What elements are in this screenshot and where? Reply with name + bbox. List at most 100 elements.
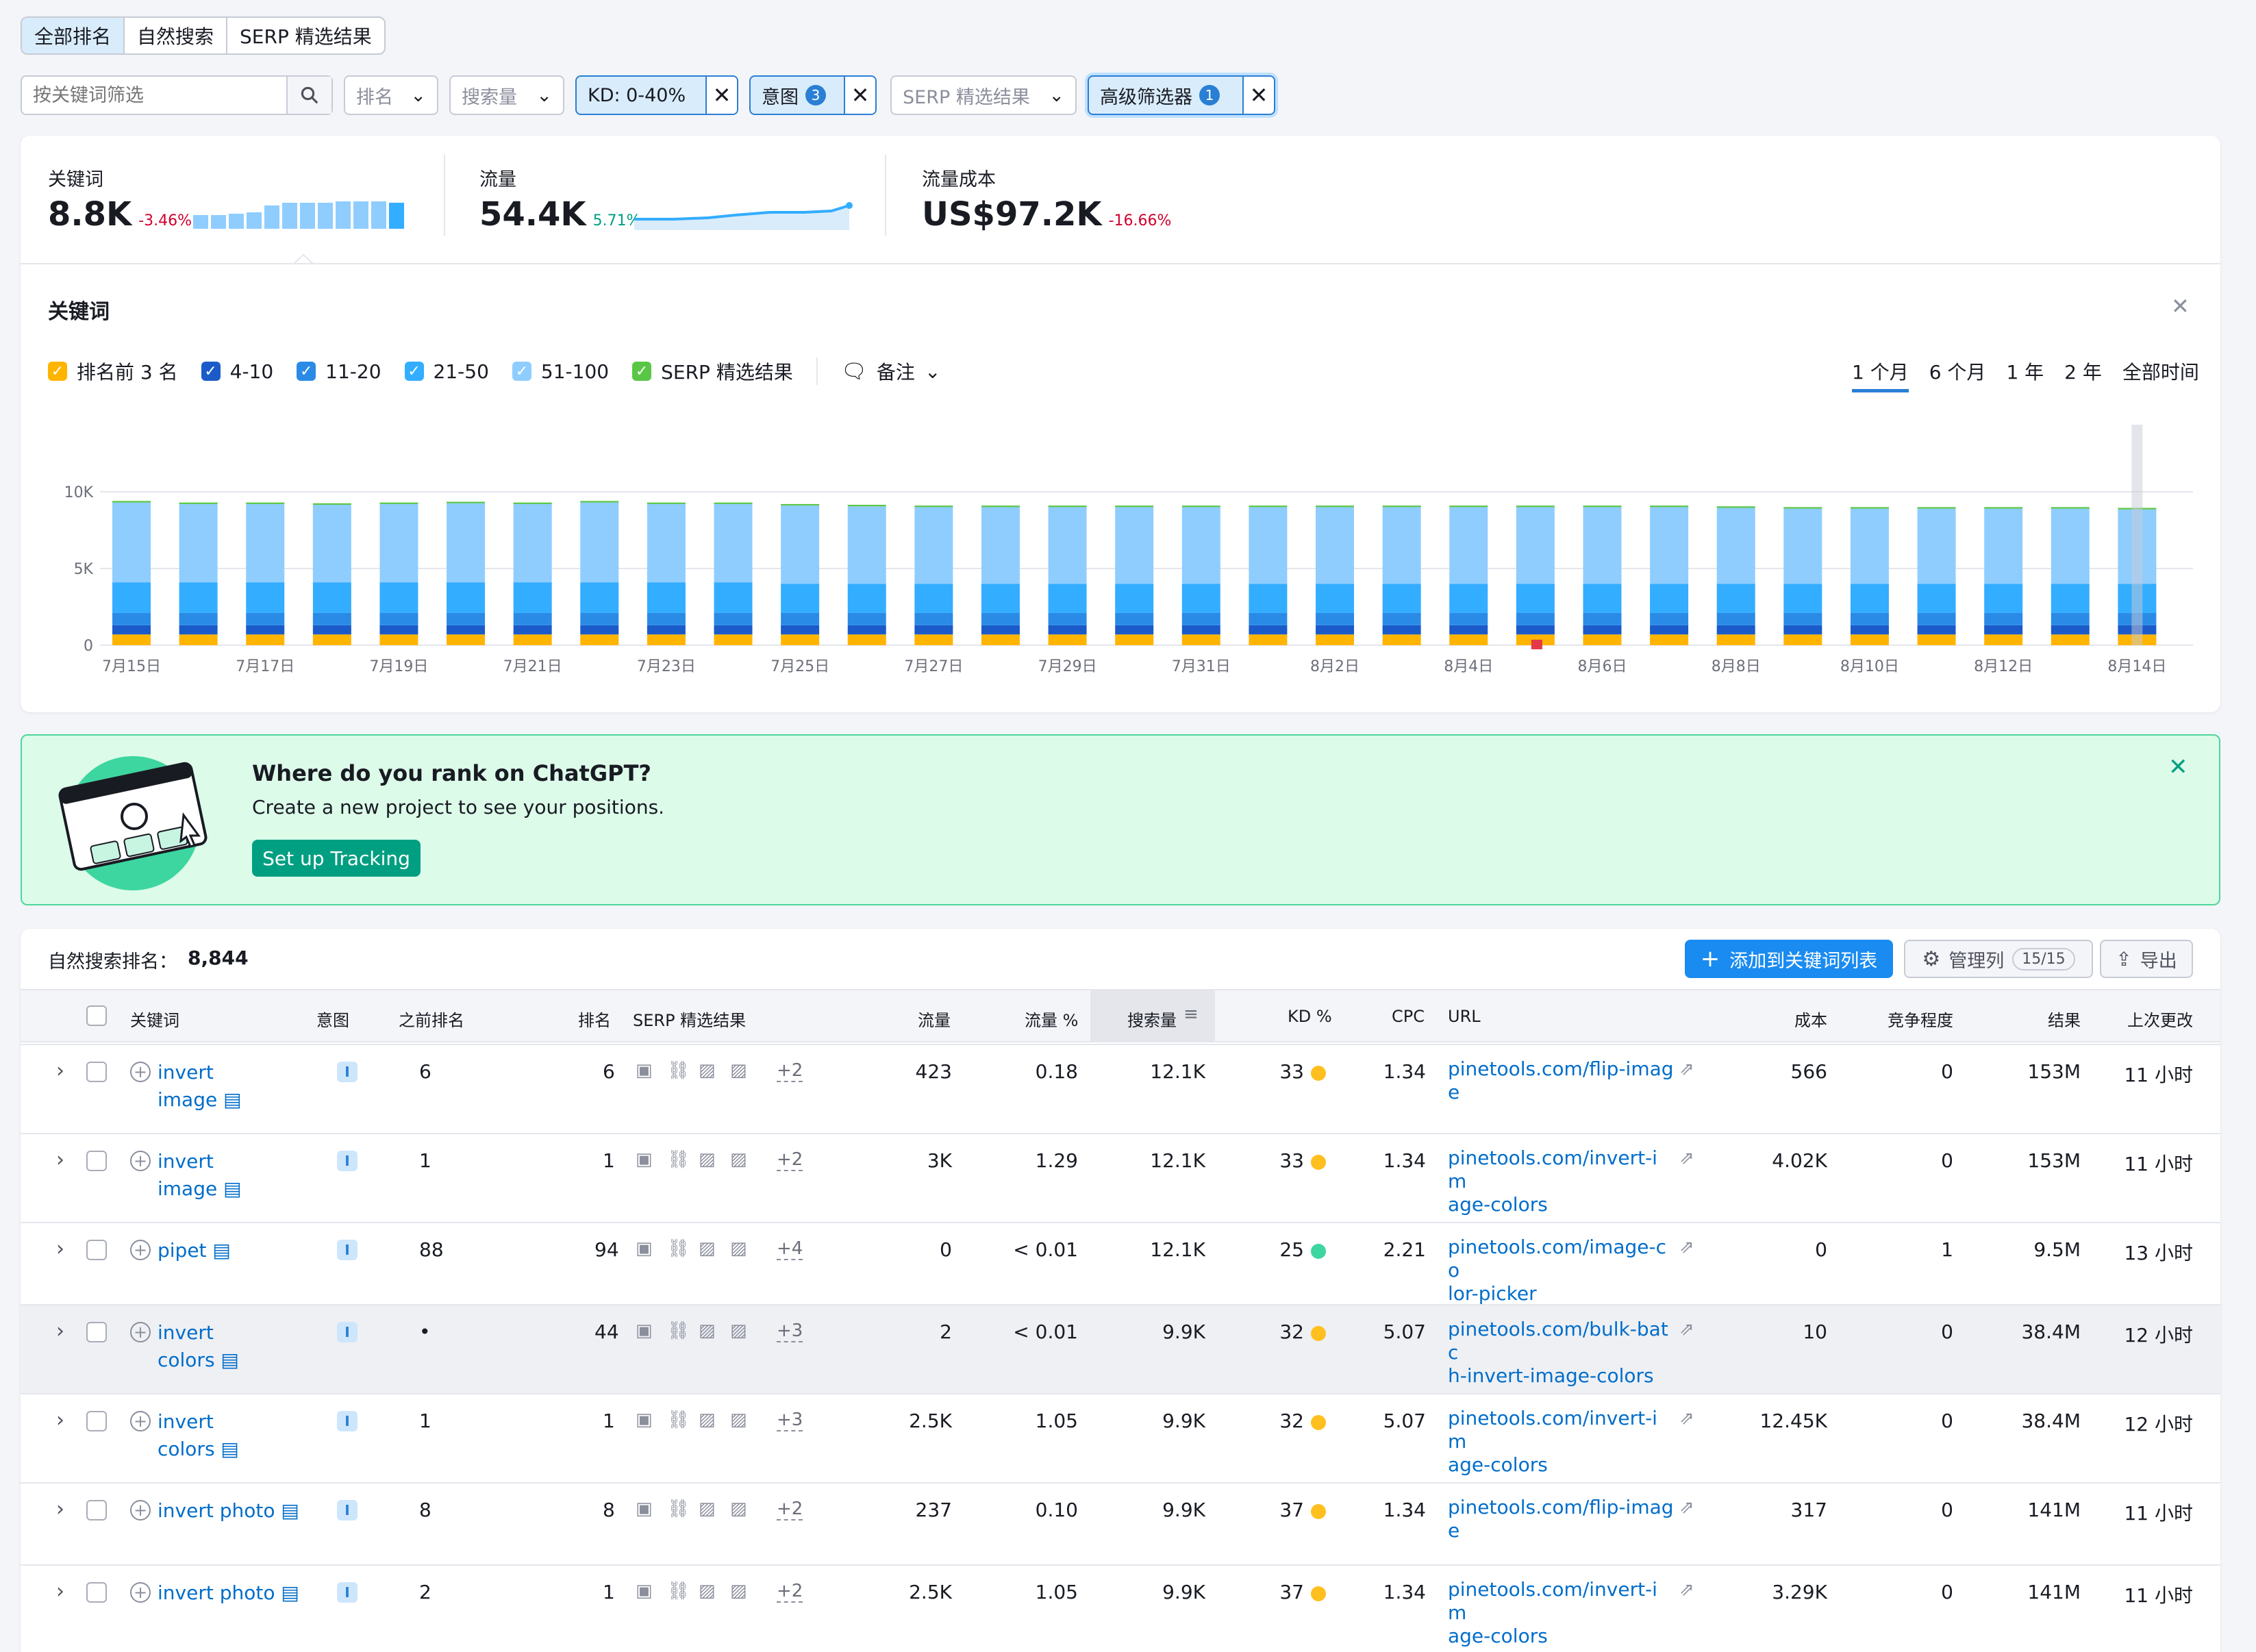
col-competition[interactable]: 竞争程度 [1888, 1007, 1953, 1031]
period-1y[interactable]: 1 年 [2006, 358, 2044, 392]
setup-tracking-button[interactable]: Set up Tracking [252, 840, 421, 877]
rank-filter[interactable]: 排名 ⌄ [344, 75, 438, 115]
period-1m[interactable]: 1 个月 [1852, 358, 1909, 392]
close-icon[interactable]: ✕ [1242, 77, 1274, 114]
more-serp-features[interactable]: +2 [777, 1581, 803, 1603]
legend-top3[interactable]: ✓ 排名前 3 名 [48, 358, 178, 385]
add-to-keyword-list-button[interactable]: + 添加到关键词列表 [1685, 940, 1893, 978]
add-keyword-icon[interactable]: + [130, 1582, 151, 1603]
external-link-icon[interactable]: ⇗ [1679, 1059, 1694, 1079]
col-prev-position[interactable]: 之前排名 [399, 1007, 464, 1031]
period-2y[interactable]: 2 年 [2064, 358, 2102, 392]
close-icon[interactable]: ✕ [2171, 293, 2190, 319]
legend-21-50[interactable]: ✓ 21-50 [404, 360, 489, 383]
url-link[interactable]: pinetools.com/invert-im age-colors [1448, 1578, 1674, 1648]
col-volume[interactable]: 搜索量 [1127, 1007, 1177, 1031]
col-url[interactable]: URL [1448, 1007, 1481, 1026]
keyword-filter-input[interactable] [22, 77, 286, 114]
legend-serp[interactable]: ✓ SERP 精选结果 [632, 358, 793, 385]
close-icon[interactable]: ✕ [705, 77, 737, 114]
external-link-icon[interactable]: ⇗ [1679, 1408, 1694, 1429]
col-keyword[interactable]: 关键词 [130, 1007, 179, 1031]
legend-11-20[interactable]: ✓ 11-20 [297, 360, 381, 383]
notes-dropdown[interactable]: 🗨 备注 ⌄ [841, 358, 941, 385]
row-checkbox[interactable] [86, 1582, 107, 1603]
row-checkbox[interactable] [86, 1322, 107, 1342]
kpi-traffic-cost[interactable]: 流量成本 US$97.2K -16.66% [922, 164, 1171, 234]
select-all-checkbox[interactable] [86, 1005, 107, 1026]
volume-filter[interactable]: 搜索量 ⌄ [449, 75, 564, 115]
url-link[interactable]: pinetools.com/bulk-batc h-invert-image-co… [1448, 1318, 1674, 1388]
col-results[interactable]: 结果 [2048, 1007, 2081, 1031]
keyword-link[interactable]: invert photo ▤ [158, 1497, 299, 1525]
chevron-right-icon[interactable]: › [56, 1497, 64, 1521]
intent-filter[interactable]: 意图 3 [751, 77, 844, 114]
add-keyword-icon[interactable]: + [130, 1240, 151, 1260]
tab-serp-features[interactable]: SERP 精选结果 [227, 18, 384, 53]
external-link-icon[interactable]: ⇗ [1679, 1579, 1694, 1600]
chevron-right-icon[interactable]: › [56, 1579, 64, 1603]
add-keyword-icon[interactable]: + [130, 1500, 151, 1520]
col-serp-features[interactable]: SERP 精选结果 [633, 1007, 746, 1031]
url-link[interactable]: pinetools.com/flip-imag e [1448, 1496, 1674, 1542]
keyword-link[interactable]: invert image ▤ [158, 1148, 242, 1203]
external-link-icon[interactable]: ⇗ [1679, 1237, 1694, 1257]
close-icon[interactable]: ✕ [2168, 753, 2188, 781]
more-serp-features[interactable]: +2 [777, 1060, 803, 1082]
add-keyword-icon[interactable]: + [130, 1411, 151, 1431]
url-link[interactable]: pinetools.com/invert-im age-colors [1448, 1407, 1674, 1477]
row-checkbox[interactable] [86, 1500, 107, 1520]
col-position[interactable]: 排名 [578, 1007, 611, 1031]
row-checkbox[interactable] [86, 1411, 107, 1431]
legend-51-100[interactable]: ✓ 51-100 [512, 360, 609, 383]
more-serp-features[interactable]: +3 [777, 1410, 803, 1431]
keyword-link[interactable]: pipet ▤ [158, 1237, 231, 1264]
external-link-icon[interactable]: ⇗ [1679, 1319, 1694, 1340]
more-serp-features[interactable]: +4 [777, 1238, 803, 1260]
close-icon[interactable]: ✕ [844, 77, 875, 114]
keyword-link[interactable]: invert colors ▤ [158, 1408, 239, 1463]
period-all[interactable]: 全部时间 [2122, 358, 2199, 392]
url-link[interactable]: pinetools.com/image-co lor-picker [1448, 1236, 1674, 1305]
kd-filter-label[interactable]: KD: 0-40% [577, 77, 705, 114]
advanced-filter[interactable]: 高级筛选器 1 [1089, 77, 1242, 114]
url-link[interactable]: pinetools.com/invert-im age-colors [1448, 1147, 1674, 1216]
col-traffic[interactable]: 流量 [918, 1007, 951, 1031]
tab-organic[interactable]: 自然搜索 [125, 18, 228, 53]
keyword-link[interactable]: invert colors ▤ [158, 1319, 239, 1374]
chevron-right-icon[interactable]: › [56, 1408, 64, 1432]
chevron-right-icon[interactable]: › [56, 1237, 64, 1261]
col-intent[interactable]: 意图 [316, 1007, 349, 1031]
col-cost[interactable]: 成本 [1794, 1007, 1827, 1031]
sort-icon[interactable]: ≡ [1183, 1004, 1199, 1025]
kpi-traffic[interactable]: 流量 54.4K 5.71% [479, 164, 641, 234]
search-button[interactable] [286, 77, 331, 114]
add-keyword-icon[interactable]: + [130, 1151, 151, 1171]
row-checkbox[interactable] [86, 1240, 107, 1260]
external-link-icon[interactable]: ⇗ [1679, 1148, 1694, 1168]
manage-columns-button[interactable]: ⚙ 管理列 15/15 [1904, 940, 2093, 978]
serp-filter[interactable]: SERP 精选结果 ⌄ [890, 75, 1077, 115]
period-6m[interactable]: 6 个月 [1929, 358, 1986, 392]
keyword-link[interactable]: invert photo ▤ [158, 1579, 299, 1607]
legend-4-10[interactable]: ✓ 4-10 [201, 360, 273, 383]
export-button[interactable]: ⇪ 导出 [2100, 940, 2193, 978]
url-link[interactable]: pinetools.com/flip-imag e [1448, 1057, 1674, 1104]
kpi-keywords[interactable]: 关键词 8.8K -3.46% [48, 164, 192, 234]
add-keyword-icon[interactable]: + [130, 1062, 151, 1082]
chevron-right-icon[interactable]: › [56, 1319, 64, 1343]
row-checkbox[interactable] [86, 1062, 107, 1082]
col-last-update[interactable]: 上次更改 [2127, 1007, 2193, 1031]
chevron-right-icon[interactable]: › [56, 1148, 64, 1172]
external-link-icon[interactable]: ⇗ [1679, 1497, 1694, 1518]
tab-all-rankings[interactable]: 全部排名 [22, 18, 125, 53]
chevron-right-icon[interactable]: › [56, 1059, 64, 1083]
col-kd[interactable]: KD % [1288, 1007, 1332, 1026]
more-serp-features[interactable]: +3 [777, 1321, 803, 1342]
keyword-link[interactable]: invert image ▤ [158, 1059, 242, 1114]
more-serp-features[interactable]: +2 [777, 1149, 803, 1171]
add-keyword-icon[interactable]: + [130, 1322, 151, 1342]
col-cpc[interactable]: CPC [1392, 1007, 1425, 1026]
more-serp-features[interactable]: +2 [777, 1499, 803, 1520]
col-traffic-pct[interactable]: 流量 % [1025, 1007, 1078, 1031]
